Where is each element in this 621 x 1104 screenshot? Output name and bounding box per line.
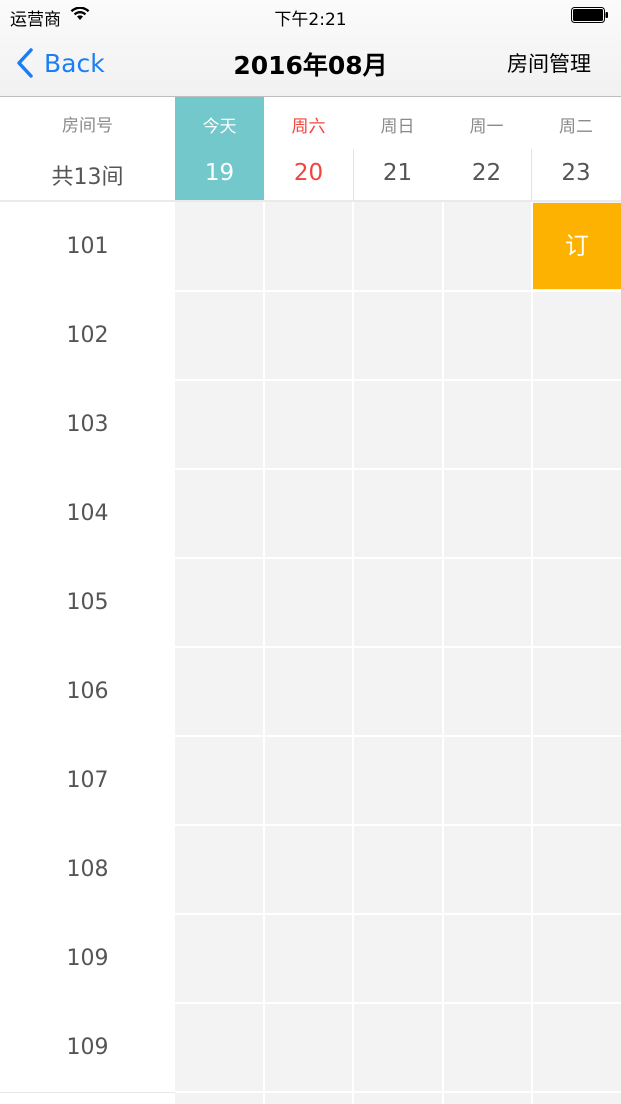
booking-cell[interactable]: 订 xyxy=(533,203,621,289)
row-divider xyxy=(175,1091,621,1093)
day-header-23[interactable]: 周二 23 xyxy=(531,97,621,201)
day-weekday: 周六 xyxy=(291,117,326,137)
room-row[interactable]: 105 xyxy=(0,558,621,648)
room-row[interactable]: 104 xyxy=(0,469,621,559)
day-weekday: 今天 xyxy=(202,117,237,137)
day-date: 19 xyxy=(204,160,235,186)
day-weekday: 周一 xyxy=(469,117,504,137)
room-row[interactable]: 109 xyxy=(0,914,621,1004)
day-weekday: 周日 xyxy=(380,117,415,137)
day-date: 22 xyxy=(471,160,502,186)
status-bar: 运营商 下午2:21 xyxy=(0,0,621,34)
room-number: 101 xyxy=(0,202,175,291)
room-number: 109 xyxy=(0,1003,175,1092)
room-number: 109 xyxy=(0,914,175,1003)
room-number: 103 xyxy=(0,380,175,469)
room-number: 106 xyxy=(0,647,175,736)
day-header-20[interactable]: 周六 20 xyxy=(264,97,353,201)
room-row[interactable]: 107 xyxy=(0,736,621,826)
day-date: 20 xyxy=(293,160,324,186)
room-management-button[interactable]: 房间管理 xyxy=(507,48,591,78)
room-row[interactable]: 103 xyxy=(0,380,621,470)
top-bar: 运营商 下午2:21 Back 2016年08月 房间管理 xyxy=(0,0,621,97)
room-row[interactable]: 108 xyxy=(0,825,621,915)
room-number: 104 xyxy=(0,469,175,558)
day-date: 23 xyxy=(561,160,591,186)
room-row[interactable]: 102 xyxy=(0,291,621,381)
day-weekday: 周二 xyxy=(559,117,593,137)
day-header-21[interactable]: 周日 21 xyxy=(353,97,442,201)
status-time: 下午2:21 xyxy=(274,10,347,30)
room-column-header: 房间号 共13间 xyxy=(0,97,175,201)
room-number: 108 xyxy=(0,825,175,914)
day-date: 21 xyxy=(382,160,413,186)
room-number: 102 xyxy=(0,291,175,380)
room-row[interactable]: 106 xyxy=(0,647,621,737)
room-row[interactable]: 101 xyxy=(0,202,621,292)
day-header-19[interactable]: 今天 19 xyxy=(175,97,264,201)
room-number: 105 xyxy=(0,558,175,647)
room-number: 107 xyxy=(0,736,175,825)
room-number-heading: 房间号 xyxy=(62,116,113,136)
day-header-22[interactable]: 周一 22 xyxy=(442,97,531,201)
navigation-bar: Back 2016年08月 房间管理 xyxy=(0,34,621,96)
room-total: 共13间 xyxy=(51,165,124,190)
battery-icon xyxy=(571,7,608,23)
room-row[interactable]: 109 xyxy=(0,1003,621,1093)
